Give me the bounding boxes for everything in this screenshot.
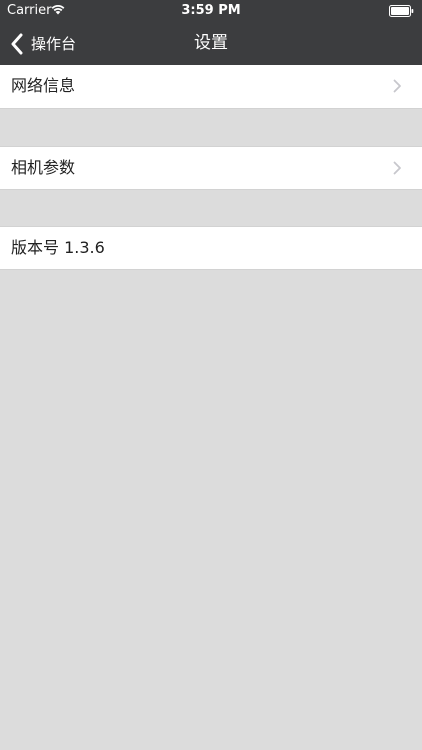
- chevron-right-icon: [393, 161, 401, 175]
- page-title: 设置: [194, 33, 228, 53]
- top-bar: Carrier 3:59 PM 操作台 设置: [0, 0, 422, 65]
- network-info-label: 网络信息: [11, 76, 76, 95]
- camera-params-row[interactable]: 相机参数: [0, 146, 422, 190]
- version-label: 版本号 1.3.6: [11, 238, 105, 257]
- status-bar: Carrier 3:59 PM: [0, 0, 422, 22]
- version-row: 版本号 1.3.6: [0, 226, 422, 270]
- camera-params-label: 相机参数: [11, 158, 76, 177]
- status-time: 3:59 PM: [181, 3, 241, 18]
- chevron-right-icon: [393, 79, 401, 93]
- navigation-bar: 操作台 设置: [0, 22, 422, 65]
- battery-icon: [389, 5, 414, 17]
- network-info-row[interactable]: 网络信息: [0, 65, 422, 109]
